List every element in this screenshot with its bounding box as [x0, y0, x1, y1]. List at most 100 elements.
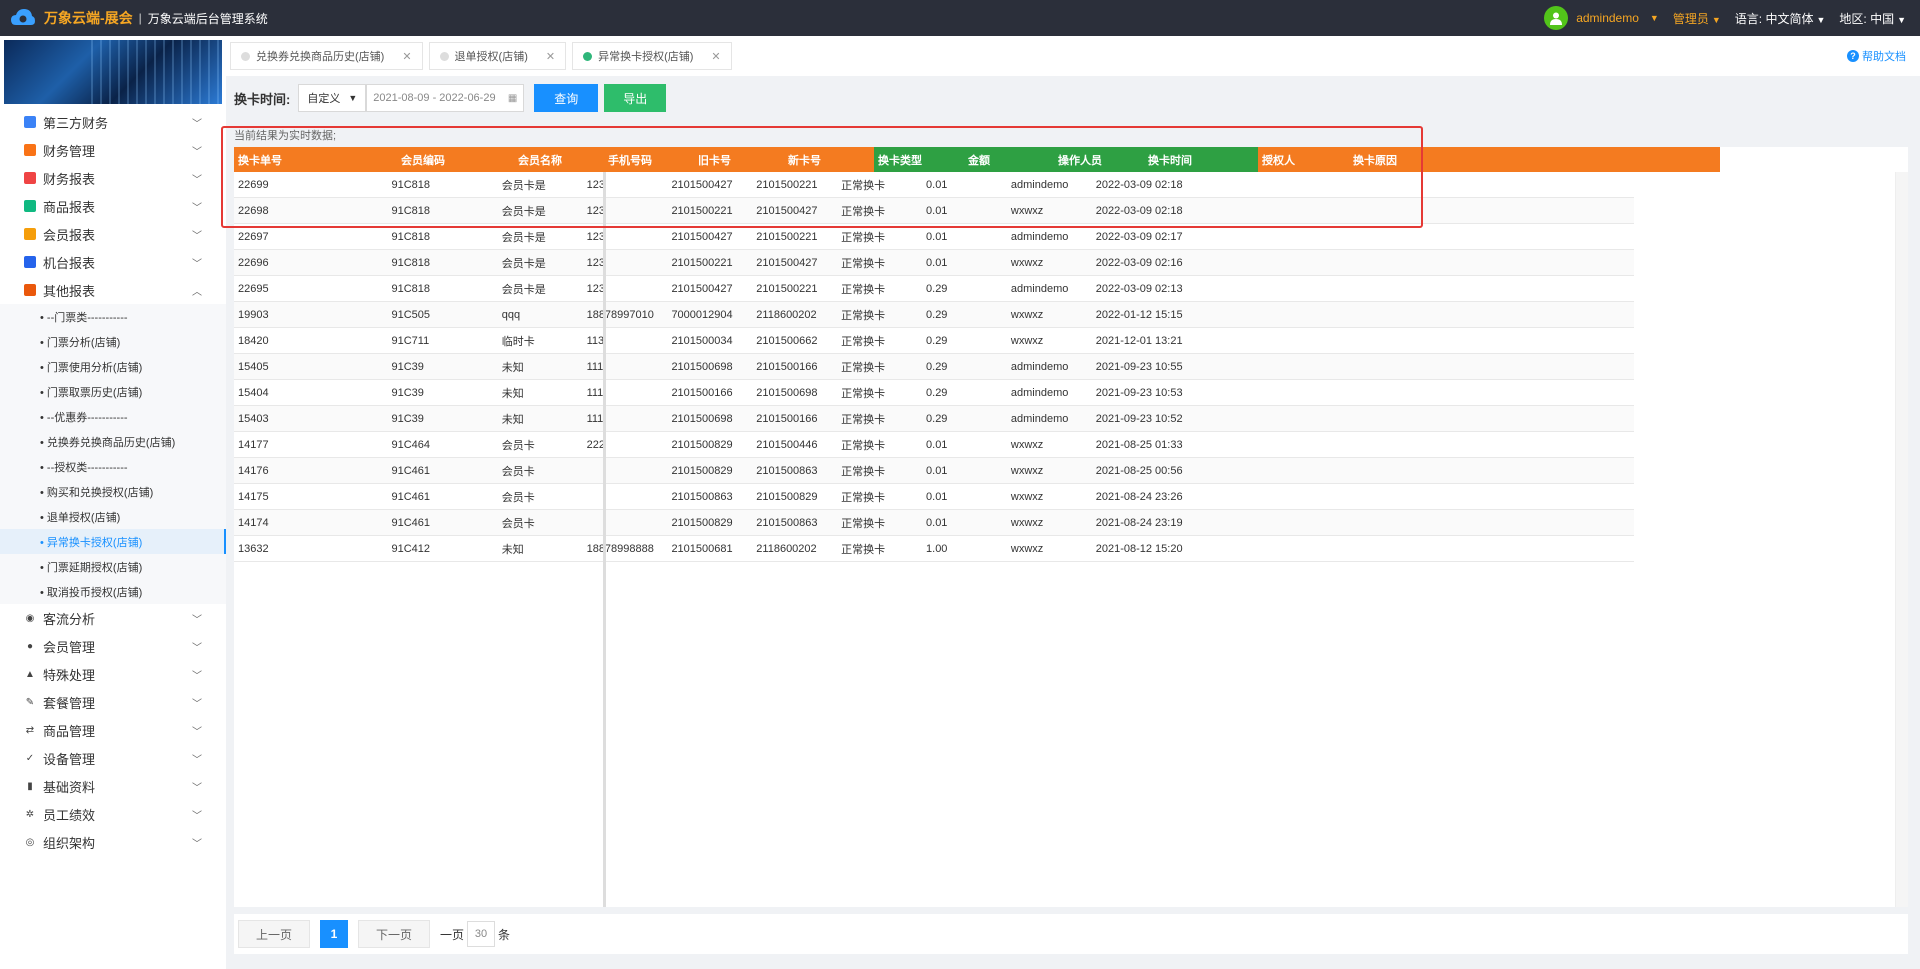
sidebar-item[interactable]: ▲ 特殊处理 ﹀ — [0, 660, 226, 688]
next-page-button[interactable]: 下一页 — [358, 920, 430, 948]
sidebar-item[interactable]: ▮ 基础资料 ﹀ — [0, 772, 226, 800]
table-row[interactable]: 14176 91C461 会员卡 2101500829 2101500863 正常换卡 0.… — [234, 458, 1634, 484]
query-button[interactable]: 查询 — [534, 84, 599, 112]
submenu-item[interactable]: • --优惠券----------- — [0, 404, 226, 429]
sidebar-item-label: 设备管理 — [43, 751, 96, 767]
column-header[interactable]: 换卡原因 — [1349, 147, 1720, 172]
region-menu[interactable]: 地区: 中国 ▼ — [1839, 10, 1906, 27]
submenu-item[interactable]: • 购买和兑换授权(店铺) — [0, 479, 226, 504]
table-row[interactable]: 22696 91C818 会员卡是 123 2101500221 2101500427 正常… — [234, 250, 1634, 276]
column-header[interactable]: 会员名称 — [514, 147, 604, 172]
sidebar-item[interactable]: 第三方财务 ﹀ — [0, 108, 226, 136]
table-cell — [1285, 354, 1634, 380]
export-button[interactable]: 导出 — [604, 84, 667, 112]
sidebar-item[interactable]: ✲ 员工绩效 ﹀ — [0, 800, 226, 828]
submenu-item[interactable]: • 门票取票历史(店铺) — [0, 379, 226, 404]
swap-icon: ⇄ — [25, 724, 35, 736]
page-size-input[interactable]: 30 — [467, 921, 496, 947]
role-menu[interactable]: 管理员 ▼ — [1673, 10, 1721, 27]
table-body: 22699 91C818 会员卡是 123 2101500427 2101500221 正常… — [234, 172, 1634, 562]
table-cell: 会员卡 — [501, 440, 535, 452]
column-header[interactable]: 操作人员 — [1054, 147, 1144, 172]
vertical-scrollbar[interactable] — [1896, 172, 1908, 907]
tab-item[interactable]: 兑换券兑换商品历史(店铺) ✕ — [230, 42, 423, 70]
table-cell: 2101500698 — [671, 413, 733, 425]
prev-page-button[interactable]: 上一页 — [238, 920, 310, 948]
sidebar-item[interactable]: 其他报表 ︿ — [0, 276, 226, 304]
table-cell: 正常换卡 — [841, 180, 886, 192]
date-range-input[interactable]: 2021-08-09 - 2022-06-29 ▦ — [366, 84, 525, 112]
menu-icon — [24, 172, 36, 184]
table-row[interactable]: 14174 91C461 会员卡 2101500829 2101500863 正常换卡 0.… — [234, 510, 1634, 536]
sidebar-item[interactable]: 机台报表 ﹀ — [0, 248, 226, 276]
table-cell — [1199, 250, 1285, 276]
sidebar-item-label: 其他报表 — [43, 283, 96, 299]
table-row[interactable]: 14175 91C461 会员卡 2101500863 2101500829 正常换卡 0.… — [234, 484, 1634, 510]
table-row[interactable]: 13632 91C412 未知 18878998888 2101500681 211860… — [234, 536, 1634, 562]
sidebar-item-label: 第三方财务 — [43, 115, 109, 131]
page-size-prefix: 一页 — [440, 927, 465, 942]
table-cell — [1285, 380, 1634, 406]
table-row[interactable]: 22699 91C818 会员卡是 123 2101500427 2101500221 正常… — [234, 172, 1634, 198]
submenu-item[interactable]: • 门票延期授权(店铺) — [0, 554, 226, 579]
tab-label: 异常换卡授权(店铺) — [598, 51, 694, 63]
table-row[interactable]: 14177 91C464 会员卡 222 2101500829 2101500446 正常换… — [234, 432, 1634, 458]
table-row[interactable]: 18420 91C711 临时卡 113 2101500034 2101500662 正常换… — [234, 328, 1634, 354]
column-header[interactable]: 金额 — [964, 147, 1054, 172]
table-row[interactable]: 15403 91C39 未知 111 2101500698 2101500166 正常换卡 0… — [234, 406, 1634, 432]
date-mode-select[interactable]: 自定义 ▼ — [298, 84, 367, 112]
menu-icon — [24, 144, 36, 156]
table-cell: 91C461 — [391, 517, 431, 529]
submenu-item[interactable]: • 退单授权(店铺) — [0, 504, 226, 529]
close-icon[interactable]: ✕ — [402, 50, 411, 63]
sidebar-item[interactable]: 商品报表 ﹀ — [0, 192, 226, 220]
sidebar-item[interactable]: ◎ 组织架构 ﹀ — [0, 828, 226, 856]
submenu-item[interactable]: • --授权类----------- — [0, 454, 226, 479]
help-link[interactable]: ? 帮助文档 — [1847, 48, 1906, 64]
table-cell: 2101500221 — [756, 283, 818, 295]
sidebar-item[interactable]: ● 会员管理 ﹀ — [0, 632, 226, 660]
table-cell: 22698 — [238, 205, 269, 217]
sidebar-item[interactable]: 财务管理 ﹀ — [0, 136, 226, 164]
column-header[interactable]: 会员编码 — [397, 147, 514, 172]
column-header[interactable]: 换卡单号 — [234, 147, 397, 172]
column-header[interactable]: 新卡号 — [784, 147, 874, 172]
table-row[interactable]: 22695 91C818 会员卡是 123 2101500427 2101500221 正常… — [234, 276, 1634, 302]
close-icon[interactable]: ✕ — [711, 50, 720, 63]
page-number-current[interactable]: 1 — [320, 920, 348, 948]
submenu-item[interactable]: • 异常换卡授权(店铺) — [0, 529, 226, 554]
table-cell: 13632 — [238, 543, 269, 555]
table-cell: 18420 — [238, 335, 269, 347]
close-icon[interactable]: ✕ — [546, 50, 555, 63]
submenu-item[interactable]: • 门票使用分析(店铺) — [0, 354, 226, 379]
sidebar-item[interactable]: ✎ 套餐管理 ﹀ — [0, 688, 226, 716]
sidebar-item[interactable]: ◉ 客流分析 ﹀ — [0, 604, 226, 632]
submenu-item[interactable]: • 兑换券兑换商品历史(店铺) — [0, 429, 226, 454]
table-cell: 0.01 — [926, 257, 948, 269]
sidebar-item[interactable]: ✓ 设备管理 ﹀ — [0, 744, 226, 772]
language-menu[interactable]: 语言: 中文简体 ▼ — [1735, 10, 1826, 27]
table-row[interactable]: 19903 91C505 qqq 18878997010 7000012904 21186… — [234, 302, 1634, 328]
column-header[interactable]: 手机号码 — [604, 147, 694, 172]
status-dot-icon — [241, 51, 250, 61]
table-row[interactable]: 22697 91C818 会员卡是 123 2101500427 2101500221 正常… — [234, 224, 1634, 250]
sidebar-item[interactable]: 财务报表 ﹀ — [0, 164, 226, 192]
sidebar-item[interactable]: ⇄ 商品管理 ﹀ — [0, 716, 226, 744]
table-row[interactable]: 22698 91C818 会员卡是 123 2101500221 2101500427 正常… — [234, 198, 1634, 224]
table-row[interactable]: 15404 91C39 未知 111 2101500166 2101500698 正常换卡 0… — [234, 380, 1634, 406]
sidebar-item[interactable]: 会员报表 ﹀ — [0, 220, 226, 248]
table-cell: 2101500221 — [756, 179, 818, 191]
table-row[interactable]: 15405 91C39 未知 111 2101500698 2101500166 正常换卡 0… — [234, 354, 1634, 380]
submenu-item[interactable]: • --门票类----------- — [0, 304, 226, 329]
tab-item[interactable]: 异常换卡授权(店铺) ✕ — [572, 42, 732, 70]
submenu-item[interactable]: • 取消投币授权(店铺) — [0, 579, 226, 604]
column-header[interactable]: 换卡类型 — [874, 147, 964, 172]
tab-item[interactable]: 退单授权(店铺) ✕ — [428, 42, 567, 70]
user-menu[interactable]: admindemo ▼ — [1544, 6, 1659, 30]
column-header[interactable]: 换卡时间 — [1144, 147, 1258, 172]
table-cell — [583, 458, 668, 484]
column-header[interactable]: 旧卡号 — [694, 147, 784, 172]
submenu-item[interactable]: • 门票分析(店铺) — [0, 329, 226, 354]
column-header[interactable]: 授权人 — [1258, 147, 1349, 172]
table-cell: 123 — [586, 205, 605, 217]
